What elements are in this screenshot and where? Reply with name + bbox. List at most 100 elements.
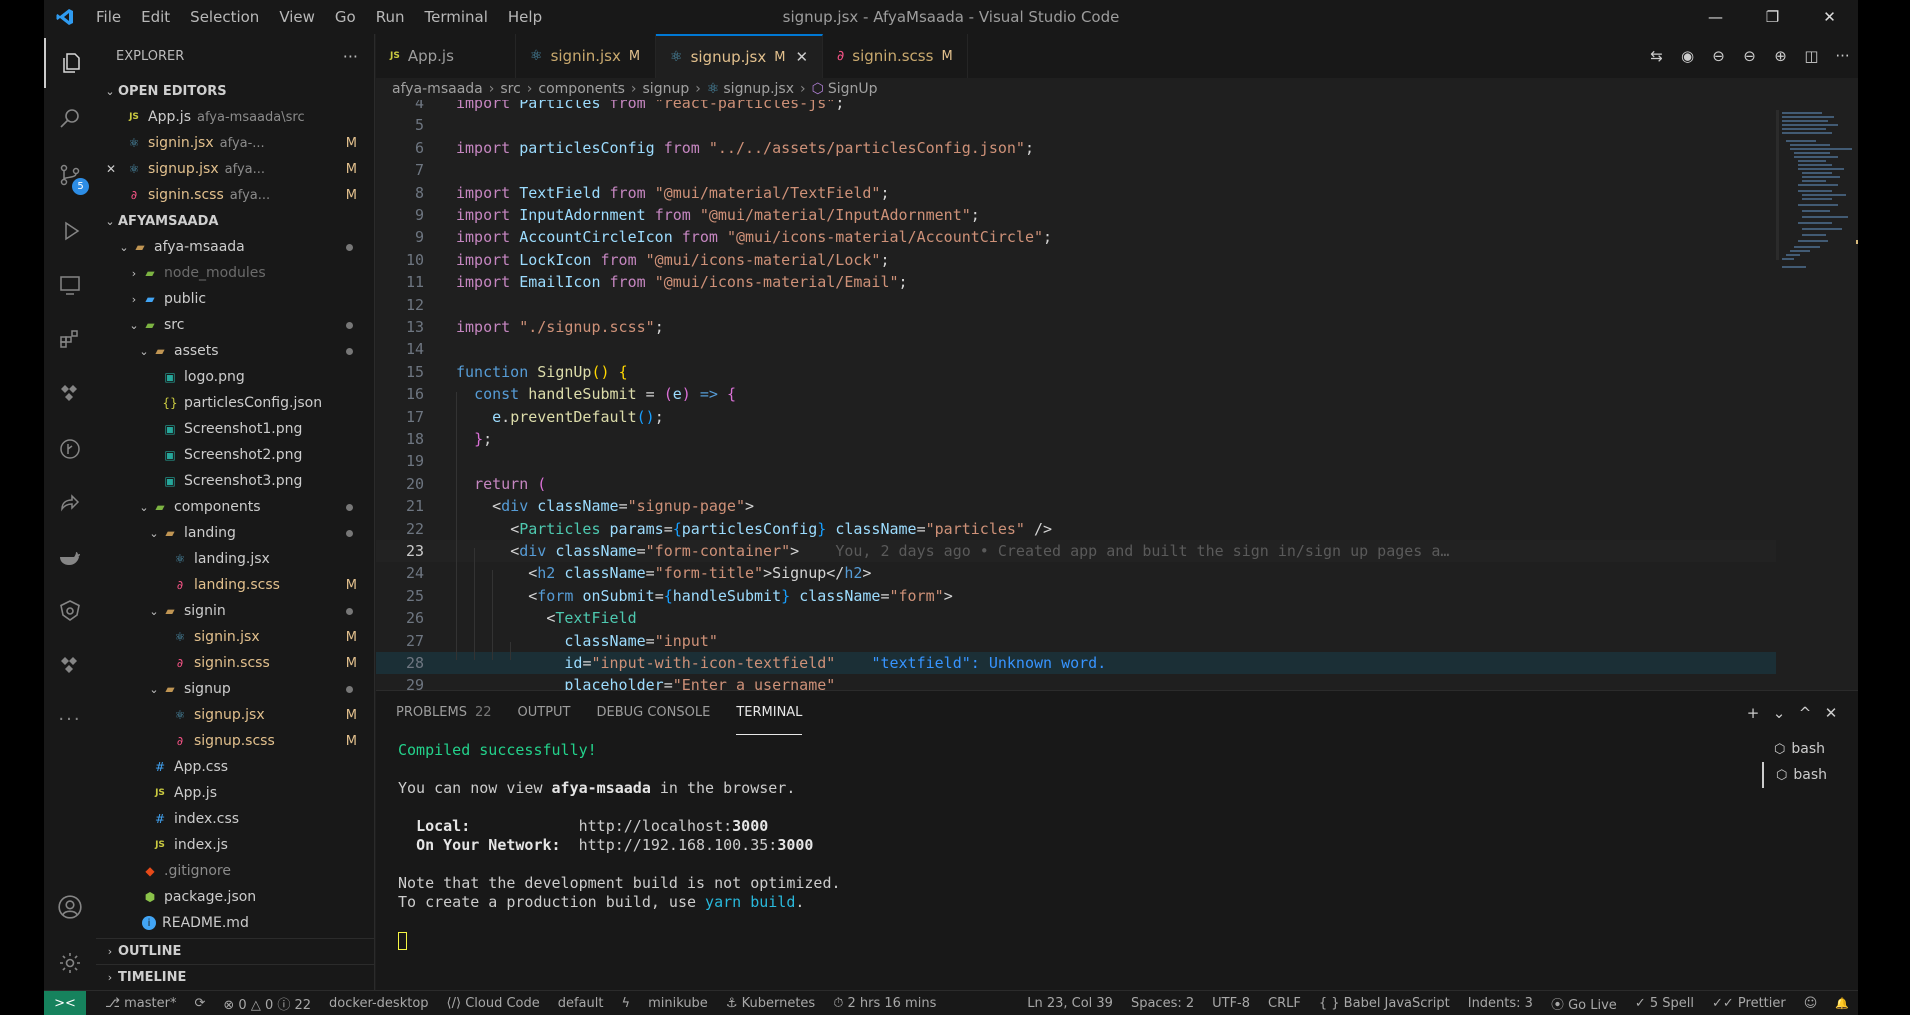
split-editor-icon[interactable]: ◫ xyxy=(1796,47,1827,65)
tree-item[interactable]: ⌄ ▰ landing xyxy=(96,520,374,546)
menu-edit[interactable]: Edit xyxy=(131,0,180,34)
tree-item[interactable]: ⬢ package.json xyxy=(96,884,374,910)
breadcrumb-item[interactable]: components xyxy=(538,81,625,97)
tree-item[interactable]: {} particlesConfig.json xyxy=(96,390,374,416)
explorer-icon[interactable] xyxy=(44,38,96,88)
tree-item[interactable]: ∂ signin.scss M xyxy=(96,650,374,676)
search-icon[interactable] xyxy=(44,94,96,144)
workspace-section[interactable]: ⌄ AFYAMSAADA xyxy=(96,208,374,234)
problems-summary[interactable]: ⊗ 0 △ 0 ⓘ 22 xyxy=(223,994,311,1013)
status-item[interactable]: Ln 23, Col 39 xyxy=(1027,996,1113,1011)
breadcrumb-item[interactable]: SignUp xyxy=(828,81,878,97)
git-compare-icon[interactable]: ◉ xyxy=(1672,47,1703,65)
gitlens-icon[interactable] xyxy=(44,424,96,474)
tree-item[interactable]: ∂ signup.scss M xyxy=(96,728,374,754)
outline-section[interactable]: › OUTLINE xyxy=(96,938,374,964)
open-editor-item[interactable]: ✕ ⚛ signup.jsx afya... M xyxy=(96,156,374,182)
open-editor-item[interactable]: ∂ signin.scss afya... M xyxy=(96,182,374,208)
breadcrumb-item[interactable]: signup xyxy=(643,81,690,97)
status-item[interactable]: { } Babel JavaScript xyxy=(1319,996,1450,1011)
remote-explorer-icon[interactable] xyxy=(44,260,96,310)
status-item[interactable]: ✓✓ Prettier xyxy=(1712,996,1786,1011)
previous-commit-icon[interactable]: ⊖ xyxy=(1703,47,1734,65)
panel-tab-terminal[interactable]: TERMINAL xyxy=(736,691,803,735)
editor-more-icon[interactable]: ··· xyxy=(1827,47,1858,65)
more-views-icon[interactable]: ··· xyxy=(44,694,96,744)
tree-item[interactable]: JS App.js xyxy=(96,780,374,806)
status-item[interactable]: ✓ 5 Spell xyxy=(1635,996,1694,1011)
tree-item[interactable]: ⌄ ▰ afya-msaada xyxy=(96,234,374,260)
notifications-bell-icon[interactable]: 🔔 xyxy=(1835,997,1849,1010)
tree-item[interactable]: ∂ landing.scss M xyxy=(96,572,374,598)
status-item[interactable]: docker-desktop xyxy=(329,996,428,1011)
tree-item[interactable]: i README.md xyxy=(96,910,374,936)
tree-item[interactable]: ⌄ ▰ signup xyxy=(96,676,374,702)
tree-item[interactable]: ▣ Screenshot3.png xyxy=(96,468,374,494)
timeline-section[interactable]: › TIMELINE xyxy=(96,964,374,990)
new-terminal-icon[interactable]: + xyxy=(1740,704,1766,722)
close-window-button[interactable]: ✕ xyxy=(1801,0,1858,34)
next-commit-icon[interactable]: ⊖ xyxy=(1734,47,1765,65)
open-changes-icon[interactable]: ⇆ xyxy=(1641,47,1672,65)
extensions-icon[interactable] xyxy=(44,314,96,364)
tree-item[interactable]: # App.css xyxy=(96,754,374,780)
tree-item[interactable]: ⌄ ▰ signin xyxy=(96,598,374,624)
tree-item[interactable]: ▣ Screenshot1.png xyxy=(96,416,374,442)
status-item[interactable]: CRLF xyxy=(1268,996,1301,1011)
panel-tab-output[interactable]: OUTPUT xyxy=(518,691,571,735)
accounts-icon[interactable] xyxy=(44,882,96,932)
run-debug-icon[interactable] xyxy=(44,206,96,256)
terminal-instance[interactable]: ⬡ bash xyxy=(1762,736,1858,762)
status-item[interactable]: Indents: 3 xyxy=(1468,996,1533,1011)
feedback-icon[interactable]: ☺ xyxy=(1804,996,1818,1011)
tree-item[interactable]: › ▰ node_modules xyxy=(96,260,374,286)
status-item[interactable]: ϟ minikube xyxy=(621,996,707,1011)
open-editors-section[interactable]: ⌄ OPEN EDITORS xyxy=(96,78,374,104)
tree-item[interactable]: ▣ logo.png xyxy=(96,364,374,390)
status-item[interactable]: ⦿ Go Live xyxy=(1551,994,1617,1013)
open-editor-item[interactable]: JS App.js afya-msaada\src xyxy=(96,104,374,130)
tab-App-js[interactable]: JS App.js xyxy=(376,34,516,78)
tab-signup-jsx[interactable]: ⚛ signup.jsx M ✕ xyxy=(656,34,824,78)
close-tab-icon[interactable]: ✕ xyxy=(795,48,808,66)
status-item[interactable]: ⚓ Kubernetes xyxy=(726,996,815,1011)
status-item[interactable]: ⟨/⟩ Cloud Code xyxy=(447,996,540,1011)
close-panel-icon[interactable]: ✕ xyxy=(1818,704,1844,722)
minimap[interactable] xyxy=(1776,100,1858,690)
gitlens-icon[interactable]: ⊕ xyxy=(1765,47,1796,65)
menu-go[interactable]: Go xyxy=(325,0,366,34)
manage-gear-icon[interactable] xyxy=(44,938,96,988)
close-editor-icon[interactable]: ✕ xyxy=(106,162,126,176)
breadcrumb-item[interactable]: src xyxy=(500,81,520,97)
status-item[interactable]: UTF-8 xyxy=(1212,996,1250,1011)
tree-item[interactable]: ⌄ ▰ components xyxy=(96,494,374,520)
kubernetes-extension-icon[interactable] xyxy=(44,368,96,418)
terminal-instance[interactable]: ⬡ bash xyxy=(1762,762,1858,788)
menu-view[interactable]: View xyxy=(269,0,325,34)
menu-help[interactable]: Help xyxy=(498,0,552,34)
tree-item[interactable]: ⚛ landing.jsx xyxy=(96,546,374,572)
tree-item[interactable]: # index.css xyxy=(96,806,374,832)
status-item[interactable]: ⏱ 2 hrs 16 mins xyxy=(833,996,936,1011)
live-share-icon[interactable] xyxy=(44,478,96,528)
remote-indicator-icon[interactable]: >< xyxy=(44,990,86,1015)
breadcrumb-item[interactable]: afya-msaada xyxy=(392,81,483,97)
status-item[interactable]: default xyxy=(558,996,604,1011)
tree-item[interactable]: ⌄ ▰ assets xyxy=(96,338,374,364)
tree-item[interactable]: ⚛ signin.jsx M xyxy=(96,624,374,650)
minimize-button[interactable]: — xyxy=(1687,0,1744,34)
explorer-more-button[interactable]: ··· xyxy=(343,47,358,66)
code-editor[interactable]: 4 import Particles from "react-particles-… xyxy=(376,100,1776,690)
menu-terminal[interactable]: Terminal xyxy=(415,0,498,34)
docker-icon[interactable] xyxy=(44,532,96,582)
panel-tab-debug-console[interactable]: DEBUG CONSOLE xyxy=(596,691,710,735)
panel-tab-problems[interactable]: PROBLEMS 22 xyxy=(396,691,492,735)
terminal-output[interactable]: Compiled successfully! You can now view … xyxy=(398,741,1698,950)
maximize-panel-icon[interactable]: ^ xyxy=(1792,704,1818,722)
kubernetes-icon[interactable] xyxy=(44,586,96,636)
tab-signin-scss[interactable]: ∂ signin.scss M xyxy=(823,34,968,78)
menu-run[interactable]: Run xyxy=(366,0,415,34)
open-editor-item[interactable]: ⚛ signin.jsx afya-... M xyxy=(96,130,374,156)
tree-item[interactable]: ▣ Screenshot2.png xyxy=(96,442,374,468)
breadcrumb-item[interactable]: signup.jsx xyxy=(723,81,794,97)
